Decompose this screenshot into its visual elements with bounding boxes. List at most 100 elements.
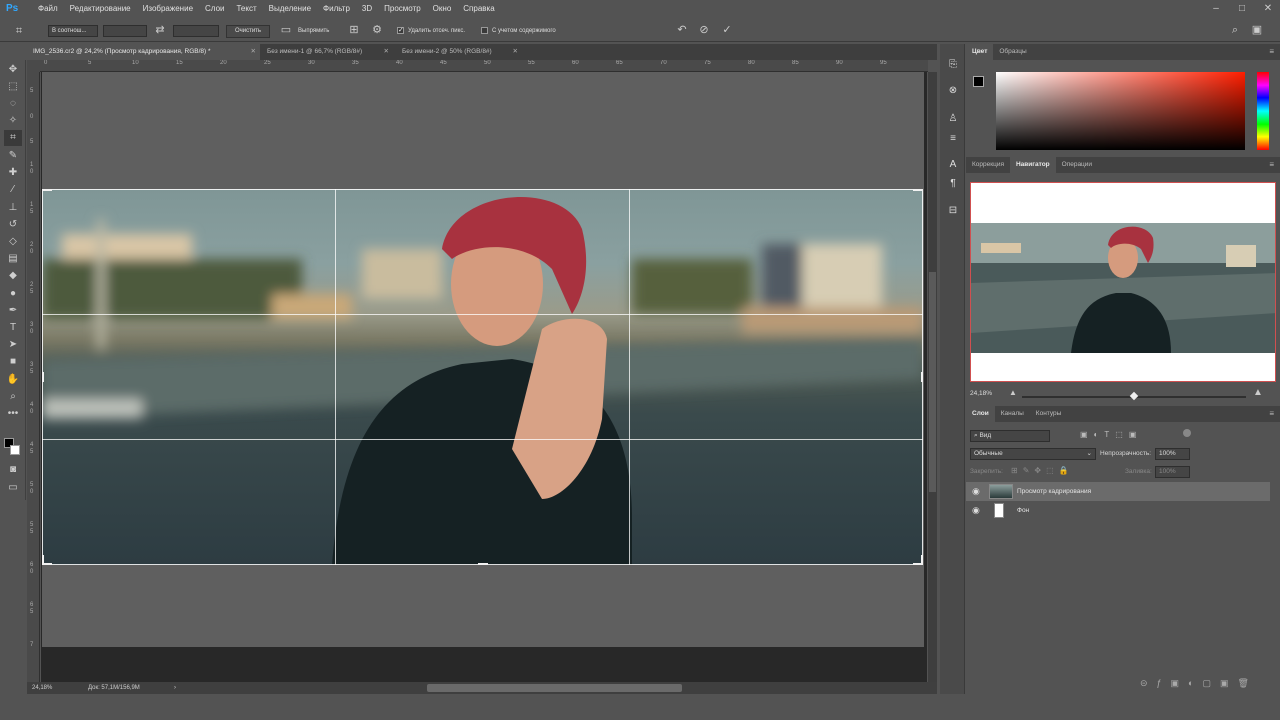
- menu-edit[interactable]: Редактирование: [64, 0, 137, 18]
- fill-field[interactable]: 100%: [1155, 466, 1190, 478]
- zoom-tool-icon[interactable]: ⌕: [4, 389, 22, 405]
- tab-paths[interactable]: Контуры: [1030, 406, 1068, 422]
- reset-icon[interactable]: ↶: [675, 24, 689, 36]
- brush-icon[interactable]: ⁄: [4, 182, 22, 198]
- lasso-tool-icon[interactable]: ◌: [4, 96, 22, 112]
- more-tools-icon[interactable]: •••: [4, 406, 22, 422]
- brush-presets-icon[interactable]: ⊗: [946, 84, 960, 98]
- magic-wand-icon[interactable]: ✧: [4, 113, 22, 129]
- rectangle-tool-icon[interactable]: ■: [4, 354, 22, 370]
- menu-layers[interactable]: Слои: [199, 0, 230, 18]
- layer-name[interactable]: Просмотр кадрирования: [1017, 482, 1091, 501]
- hue-slider[interactable]: [1257, 72, 1269, 150]
- menu-window[interactable]: Окно: [427, 0, 458, 18]
- clear-button[interactable]: Очистить: [226, 25, 270, 38]
- menu-file[interactable]: Файл: [32, 0, 64, 18]
- commit-icon[interactable]: ✓: [720, 24, 734, 36]
- close-window-button[interactable]: ✕: [1262, 3, 1274, 15]
- path-select-icon[interactable]: ➤: [4, 337, 22, 353]
- menu-image[interactable]: Изображение: [137, 0, 199, 18]
- crop-border[interactable]: [42, 189, 923, 565]
- crop-handle-right-bottom-corner[interactable]: [921, 555, 923, 565]
- horizontal-scrollbar[interactable]: [427, 684, 682, 692]
- tab-channels[interactable]: Каналы: [995, 406, 1030, 422]
- layer-filter-icons[interactable]: ▣◐T⬚▣: [1080, 430, 1142, 439]
- screen-mode-icon[interactable]: ▭: [4, 480, 22, 496]
- crop-handle-bottom[interactable]: [478, 563, 488, 565]
- paragraph-icon[interactable]: ¶: [946, 177, 960, 191]
- panel-menu-icon[interactable]: ≡: [1269, 409, 1274, 418]
- tab-adjustments[interactable]: Коррекция: [966, 157, 1010, 173]
- content-aware-checkbox[interactable]: [481, 26, 488, 35]
- eye-icon[interactable]: ◉: [972, 501, 980, 520]
- properties-icon[interactable]: ⊟: [946, 204, 960, 218]
- color-picker-field[interactable]: [996, 72, 1245, 150]
- crop-handle-right[interactable]: [921, 372, 923, 382]
- panel-menu-icon[interactable]: ≡: [1269, 160, 1274, 169]
- move-tool-icon[interactable]: ✥: [4, 62, 22, 78]
- eye-icon[interactable]: ◉: [972, 482, 980, 501]
- close-icon[interactable]: ✕: [384, 44, 389, 60]
- crop-tool-icon[interactable]: ⌗: [12, 25, 26, 37]
- healing-brush-icon[interactable]: ✚: [4, 165, 22, 181]
- menu-3d[interactable]: 3D: [356, 0, 378, 18]
- crop-handle-top-left[interactable]: [42, 189, 52, 191]
- dodge-icon[interactable]: ●: [4, 286, 22, 302]
- straighten-button[interactable]: Выпрямить: [298, 25, 329, 37]
- blur-icon[interactable]: ◆: [4, 268, 22, 284]
- crop-handle-left-bottom-corner[interactable]: [42, 555, 44, 565]
- opacity-field[interactable]: 100%: [1155, 448, 1190, 460]
- history-brush-icon[interactable]: ↺: [4, 217, 22, 233]
- straighten-icon[interactable]: ▭: [280, 24, 292, 36]
- tab-actions[interactable]: Операции: [1056, 157, 1098, 173]
- hand-tool-icon[interactable]: ✋: [4, 372, 22, 388]
- pen-icon[interactable]: ✒: [4, 303, 22, 319]
- type-tool-icon[interactable]: T: [4, 320, 22, 336]
- layer-row-crop-preview[interactable]: ◉ Просмотр кадрирования: [966, 482, 1270, 501]
- adjustments-icon[interactable]: ≡: [946, 132, 960, 146]
- cancel-icon[interactable]: ⊘: [697, 24, 711, 36]
- swap-icon[interactable]: ⇄: [154, 24, 166, 36]
- menu-filter[interactable]: Фильтр: [317, 0, 356, 18]
- layer-name[interactable]: Фон: [1017, 501, 1029, 520]
- workspace-icon[interactable]: ▣: [1250, 24, 1264, 36]
- filter-toggle-icon[interactable]: [1183, 429, 1191, 437]
- ratio-height-field[interactable]: [173, 25, 219, 37]
- lock-icons[interactable]: ⊞✎✥⬚🔒: [1011, 466, 1074, 475]
- scroll-thumb[interactable]: [929, 272, 936, 492]
- tab-color[interactable]: Цвет: [966, 44, 994, 60]
- background-color-swatch[interactable]: [10, 445, 20, 455]
- blend-mode-select[interactable]: Обычные ⌄: [970, 448, 1096, 460]
- tab-untitled-2[interactable]: Без имени-2 @ 50% (RGB/8#) ✕: [396, 44, 522, 60]
- menu-view[interactable]: Просмотр: [378, 0, 427, 18]
- search-icon[interactable]: ⌕: [1228, 24, 1242, 36]
- stamp-icon[interactable]: ⊥: [4, 200, 22, 216]
- marquee-tool-icon[interactable]: ⬚: [4, 79, 22, 95]
- minimize-button[interactable]: –: [1210, 3, 1222, 15]
- status-arrow-icon[interactable]: ›: [174, 682, 176, 694]
- zoom-in-icon[interactable]: ▲: [1253, 387, 1263, 398]
- gradient-icon[interactable]: ▤: [4, 251, 22, 267]
- menu-select[interactable]: Выделение: [263, 0, 317, 18]
- close-icon[interactable]: ✕: [513, 44, 518, 60]
- zoom-out-icon[interactable]: ▲: [1009, 388, 1017, 397]
- foreground-color-swatch[interactable]: [973, 76, 984, 87]
- layer-filter-select[interactable]: ⌕ Вид: [970, 430, 1050, 442]
- eyedropper-icon[interactable]: ✎: [4, 148, 22, 164]
- menu-text[interactable]: Текст: [230, 0, 262, 18]
- crop-handle-top-right[interactable]: [913, 189, 923, 191]
- ratio-width-field[interactable]: [103, 25, 147, 37]
- eraser-icon[interactable]: ◇: [4, 234, 22, 250]
- tab-navigator[interactable]: Навигатор: [1009, 157, 1056, 173]
- character-icon[interactable]: A: [946, 158, 960, 172]
- zoom-readout[interactable]: 24,18%: [32, 682, 52, 694]
- grid-overlay-icon[interactable]: ⊞: [347, 24, 361, 36]
- tab-img-2536[interactable]: IMG_2536.cr2 @ 24,2% (Просмотр кадрирова…: [27, 44, 260, 60]
- layer-row-background[interactable]: ◉ Фон: [966, 501, 1270, 520]
- navigator-thumbnail[interactable]: [970, 182, 1276, 382]
- layers-footer-icons[interactable]: ⊝ƒ▣◐▢▣🗑: [1140, 678, 1258, 689]
- crop-tool-icon[interactable]: ⌗: [4, 130, 22, 146]
- panel-menu-icon[interactable]: ≡: [1269, 47, 1274, 56]
- clone-source-icon[interactable]: ♙: [946, 112, 960, 126]
- delete-cropped-checkbox[interactable]: ✓: [397, 26, 404, 35]
